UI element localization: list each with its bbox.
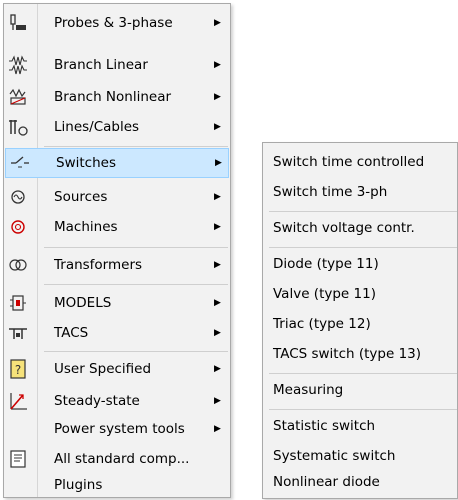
menu-item-branch-linear[interactable]: Branch Linear ▶ <box>4 50 230 80</box>
submenu-arrow-icon: ▶ <box>214 192 221 202</box>
all-components-icon <box>6 448 30 470</box>
menu-item-switches[interactable]: Switches ▶ <box>5 148 229 178</box>
menu-item-label: Branch Linear <box>54 57 148 73</box>
submenu-item-nonlinear-diode[interactable]: Nonlinear diode <box>263 468 457 496</box>
menu-item-lines-cables[interactable]: Lines/Cables ▶ <box>4 112 230 142</box>
menu-item-label: All standard comp... <box>54 451 190 467</box>
separator <box>44 146 228 147</box>
submenu-arrow-icon: ▶ <box>214 222 221 232</box>
submenu-item-statistic-switch[interactable]: Statistic switch <box>263 411 457 441</box>
submenu-item-label: Switch time controlled <box>273 154 425 170</box>
submenu-item-triac-type-12[interactable]: Triac (type 12) <box>263 309 457 339</box>
nonlinear-icon <box>6 86 30 108</box>
separator <box>269 247 457 248</box>
switch-icon <box>8 152 32 174</box>
submenu-item-switch-time-controlled[interactable]: Switch time controlled <box>263 147 457 177</box>
menu-item-power-system-tools[interactable]: Power system tools ▶ <box>4 414 230 444</box>
submenu-arrow-icon: ▶ <box>214 396 221 406</box>
separator <box>269 211 457 212</box>
menu-item-sources[interactable]: Sources ▶ <box>4 182 230 212</box>
submenu-item-label: Statistic switch <box>273 418 376 434</box>
separator <box>44 247 228 248</box>
submenu-arrow-icon: ▶ <box>214 60 221 70</box>
submenu-arrow-icon: ▶ <box>215 158 222 168</box>
menu-item-branch-nonlinear[interactable]: Branch Nonlinear ▶ <box>4 82 230 112</box>
models-icon <box>6 292 30 314</box>
menu-item-label: Steady-state <box>54 393 140 409</box>
submenu-item-label: Valve (type 11) <box>273 286 376 302</box>
lines-icon <box>6 116 30 138</box>
transformer-icon <box>6 254 30 276</box>
menu-item-plugins[interactable]: Plugins <box>4 472 230 498</box>
separator <box>44 351 228 352</box>
menu-item-label: Power system tools <box>54 421 185 437</box>
menu-item-label: Probes & 3-phase <box>54 15 173 31</box>
user-specified-icon: ? <box>6 358 30 380</box>
submenu-arrow-icon: ▶ <box>214 122 221 132</box>
menu-item-steady-state[interactable]: Steady-state ▶ <box>4 386 230 416</box>
submenu-arrow-icon: ▶ <box>214 18 221 28</box>
menu-item-user-specified[interactable]: ? User Specified ▶ <box>4 354 230 384</box>
menu-item-models[interactable]: MODELS ▶ <box>4 288 230 318</box>
tacs-icon <box>6 322 30 344</box>
steady-state-icon <box>6 390 30 412</box>
submenu-item-measuring[interactable]: Measuring <box>263 375 457 405</box>
submenu-item-label: Switch time 3-ph <box>273 184 388 200</box>
menu-item-label: Switches <box>56 155 116 171</box>
svg-text:?: ? <box>15 363 21 377</box>
menu-item-label: MODELS <box>54 295 112 311</box>
submenu-item-label: Triac (type 12) <box>273 316 371 332</box>
submenu-arrow-icon: ▶ <box>214 364 221 374</box>
switches-submenu: Switch time controlled Switch time 3-ph … <box>262 142 458 499</box>
menu-item-label: Branch Nonlinear <box>54 89 172 105</box>
submenu-item-label: Nonlinear diode <box>273 474 380 490</box>
submenu-item-diode-type-11[interactable]: Diode (type 11) <box>263 249 457 279</box>
submenu-arrow-icon: ▶ <box>214 298 221 308</box>
menu-item-label: Plugins <box>54 477 103 493</box>
menu-item-tacs[interactable]: TACS ▶ <box>4 318 230 348</box>
submenu-item-valve-type-11[interactable]: Valve (type 11) <box>263 279 457 309</box>
submenu-arrow-icon: ▶ <box>214 92 221 102</box>
submenu-item-switch-time-3ph[interactable]: Switch time 3-ph <box>263 177 457 207</box>
resistor-icon <box>6 54 30 76</box>
submenu-item-label: TACS switch (type 13) <box>273 346 422 362</box>
menu-item-label: TACS <box>54 325 89 341</box>
submenu-item-systematic-switch[interactable]: Systematic switch <box>263 441 457 471</box>
source-icon <box>6 186 30 208</box>
submenu-item-switch-voltage-contr[interactable]: Switch voltage contr. <box>263 213 457 243</box>
menu-item-all-standard-components[interactable]: All standard comp... <box>4 444 230 474</box>
menu-item-label: Transformers <box>54 257 143 273</box>
submenu-arrow-icon: ▶ <box>214 260 221 270</box>
separator <box>269 373 457 374</box>
menu-item-machines[interactable]: Machines ▶ <box>4 212 230 242</box>
submenu-item-label: Systematic switch <box>273 448 396 464</box>
probe-icon <box>6 12 30 34</box>
menu-item-label: Machines <box>54 219 118 235</box>
menu-item-label: User Specified <box>54 361 152 377</box>
main-menu: Probes & 3-phase ▶ Branch Linear ▶ Branc… <box>3 3 231 498</box>
submenu-item-label: Measuring <box>273 382 344 398</box>
machine-icon <box>6 216 30 238</box>
submenu-item-label: Diode (type 11) <box>273 256 379 272</box>
submenu-arrow-icon: ▶ <box>214 424 221 434</box>
menu-item-probes[interactable]: Probes & 3-phase ▶ <box>4 8 230 38</box>
menu-item-label: Sources <box>54 189 108 205</box>
submenu-arrow-icon: ▶ <box>214 328 221 338</box>
separator <box>269 409 457 410</box>
submenu-item-label: Switch voltage contr. <box>273 220 415 236</box>
separator <box>44 284 228 285</box>
menu-item-transformers[interactable]: Transformers ▶ <box>4 250 230 280</box>
submenu-item-tacs-switch-type-13[interactable]: TACS switch (type 13) <box>263 339 457 369</box>
menu-item-label: Lines/Cables <box>54 119 140 135</box>
